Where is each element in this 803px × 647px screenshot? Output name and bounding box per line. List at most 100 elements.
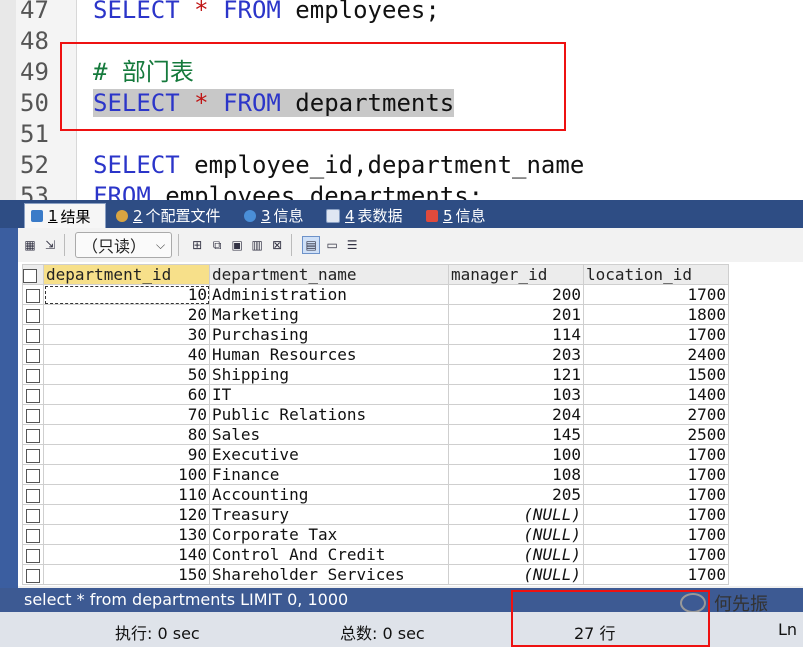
cell-department-name[interactable]: Accounting: [209, 484, 449, 505]
cancel-icon[interactable]: ⊠: [269, 237, 285, 253]
code-line-53[interactable]: FROM employees,departments;: [93, 181, 483, 200]
cell-department-name[interactable]: Human Resources: [209, 344, 449, 365]
cell-manager-id[interactable]: (NULL): [448, 524, 584, 545]
table-row[interactable]: 140 Control And Credit (NULL) 1700: [22, 544, 729, 565]
row-checkbox[interactable]: [22, 444, 44, 465]
cell-manager-id[interactable]: 145: [448, 424, 584, 445]
form-view-icon[interactable]: ▭: [324, 237, 340, 253]
cell-location-id[interactable]: 1700: [583, 464, 729, 485]
cell-location-id[interactable]: 2500: [583, 424, 729, 445]
cell-manager-id[interactable]: 203: [448, 344, 584, 365]
cell-department-name[interactable]: Shareholder Services: [209, 564, 449, 585]
cell-department-name[interactable]: Corporate Tax: [209, 524, 449, 545]
cell-location-id[interactable]: 1700: [583, 284, 729, 305]
add-row-icon[interactable]: ⊞: [189, 237, 205, 253]
cell-department-name[interactable]: Administration: [209, 284, 449, 305]
duplicate-row-icon[interactable]: ⧉: [209, 237, 225, 253]
table-row[interactable]: 120 Treasury (NULL) 1700: [22, 504, 729, 525]
cell-department-name[interactable]: Treasury: [209, 504, 449, 525]
cell-department-id[interactable]: 110: [43, 484, 210, 505]
tab-info[interactable]: 3 信息: [238, 203, 318, 228]
cell-manager-id[interactable]: 108: [448, 464, 584, 485]
cell-manager-id[interactable]: 201: [448, 304, 584, 325]
cell-location-id[interactable]: 1700: [583, 524, 729, 545]
table-row[interactable]: 10 Administration 200 1700: [22, 284, 729, 305]
row-checkbox[interactable]: [22, 304, 44, 325]
table-row[interactable]: 50 Shipping 121 1500: [22, 364, 729, 385]
table-row[interactable]: 80 Sales 145 2500: [22, 424, 729, 445]
cell-department-name[interactable]: Marketing: [209, 304, 449, 325]
cell-location-id[interactable]: 1700: [583, 484, 729, 505]
cell-location-id[interactable]: 2700: [583, 404, 729, 425]
cell-manager-id[interactable]: 121: [448, 364, 584, 385]
tab-results[interactable]: 1 结果: [24, 203, 106, 228]
row-checkbox[interactable]: [22, 484, 44, 505]
cell-department-name[interactable]: Sales: [209, 424, 449, 445]
cell-manager-id[interactable]: 114: [448, 324, 584, 345]
export-icon[interactable]: ▦: [22, 237, 38, 253]
cell-department-id[interactable]: 70: [43, 404, 210, 425]
row-checkbox[interactable]: [22, 544, 44, 565]
cell-location-id[interactable]: 1700: [583, 564, 729, 585]
tab-profiles[interactable]: 2 个配置文件: [110, 203, 234, 228]
select-all-checkbox[interactable]: [22, 264, 44, 285]
column-header-department-id[interactable]: department_id: [43, 264, 210, 285]
cell-manager-id[interactable]: 204: [448, 404, 584, 425]
cell-department-id[interactable]: 60: [43, 384, 210, 405]
row-checkbox[interactable]: [22, 564, 44, 585]
table-row[interactable]: 60 IT 103 1400: [22, 384, 729, 405]
cell-location-id[interactable]: 1800: [583, 304, 729, 325]
tab-table-data[interactable]: 4 表数据: [320, 203, 416, 228]
table-row[interactable]: 20 Marketing 201 1800: [22, 304, 729, 325]
delete-icon[interactable]: ▥: [249, 237, 265, 253]
cell-location-id[interactable]: 1700: [583, 544, 729, 565]
cell-manager-id[interactable]: 200: [448, 284, 584, 305]
cell-department-name[interactable]: Shipping: [209, 364, 449, 385]
sql-editor[interactable]: 47 48 49 50 51 52 53 SELECT * FROM emplo…: [0, 0, 803, 200]
cell-department-id[interactable]: 10: [43, 284, 210, 305]
cell-department-id[interactable]: 120: [43, 504, 210, 525]
row-checkbox[interactable]: [22, 384, 44, 405]
cell-department-id[interactable]: 40: [43, 344, 210, 365]
cell-department-name[interactable]: Control And Credit: [209, 544, 449, 565]
cell-manager-id[interactable]: (NULL): [448, 564, 584, 585]
cell-department-id[interactable]: 50: [43, 364, 210, 385]
row-checkbox[interactable]: [22, 424, 44, 445]
table-row[interactable]: 30 Purchasing 114 1700: [22, 324, 729, 345]
row-checkbox[interactable]: [22, 524, 44, 545]
cell-department-name[interactable]: Finance: [209, 464, 449, 485]
tab-info-2[interactable]: 5 信息: [420, 203, 500, 228]
table-row[interactable]: 40 Human Resources 203 2400: [22, 344, 729, 365]
cell-location-id[interactable]: 1700: [583, 444, 729, 465]
column-header-location-id[interactable]: location_id: [583, 264, 729, 285]
cell-department-id[interactable]: 30: [43, 324, 210, 345]
cell-manager-id[interactable]: (NULL): [448, 544, 584, 565]
code-line-47[interactable]: SELECT * FROM employees;: [93, 0, 440, 25]
table-row[interactable]: 150 Shareholder Services (NULL) 1700: [22, 564, 729, 585]
cell-department-name[interactable]: Purchasing: [209, 324, 449, 345]
row-checkbox[interactable]: [22, 324, 44, 345]
cell-department-id[interactable]: 100: [43, 464, 210, 485]
column-header-manager-id[interactable]: manager_id: [448, 264, 584, 285]
cell-manager-id[interactable]: (NULL): [448, 504, 584, 525]
row-checkbox[interactable]: [22, 284, 44, 305]
row-checkbox[interactable]: [22, 344, 44, 365]
cell-department-id[interactable]: 150: [43, 564, 210, 585]
cell-location-id[interactable]: 1500: [583, 364, 729, 385]
table-row[interactable]: 130 Corporate Tax (NULL) 1700: [22, 524, 729, 545]
table-row[interactable]: 100 Finance 108 1700: [22, 464, 729, 485]
row-checkbox[interactable]: [22, 364, 44, 385]
cell-location-id[interactable]: 2400: [583, 344, 729, 365]
cell-department-id[interactable]: 130: [43, 524, 210, 545]
cell-department-id[interactable]: 90: [43, 444, 210, 465]
cell-department-id[interactable]: 20: [43, 304, 210, 325]
cell-manager-id[interactable]: 100: [448, 444, 584, 465]
cell-location-id[interactable]: 1700: [583, 324, 729, 345]
cell-department-id[interactable]: 140: [43, 544, 210, 565]
code-line-52[interactable]: SELECT employee_id,department_name: [93, 150, 584, 180]
cell-location-id[interactable]: 1700: [583, 504, 729, 525]
row-checkbox[interactable]: [22, 464, 44, 485]
column-header-department-name[interactable]: department_name: [209, 264, 449, 285]
table-row[interactable]: 90 Executive 100 1700: [22, 444, 729, 465]
grid-view-icon[interactable]: ▤: [302, 236, 321, 254]
